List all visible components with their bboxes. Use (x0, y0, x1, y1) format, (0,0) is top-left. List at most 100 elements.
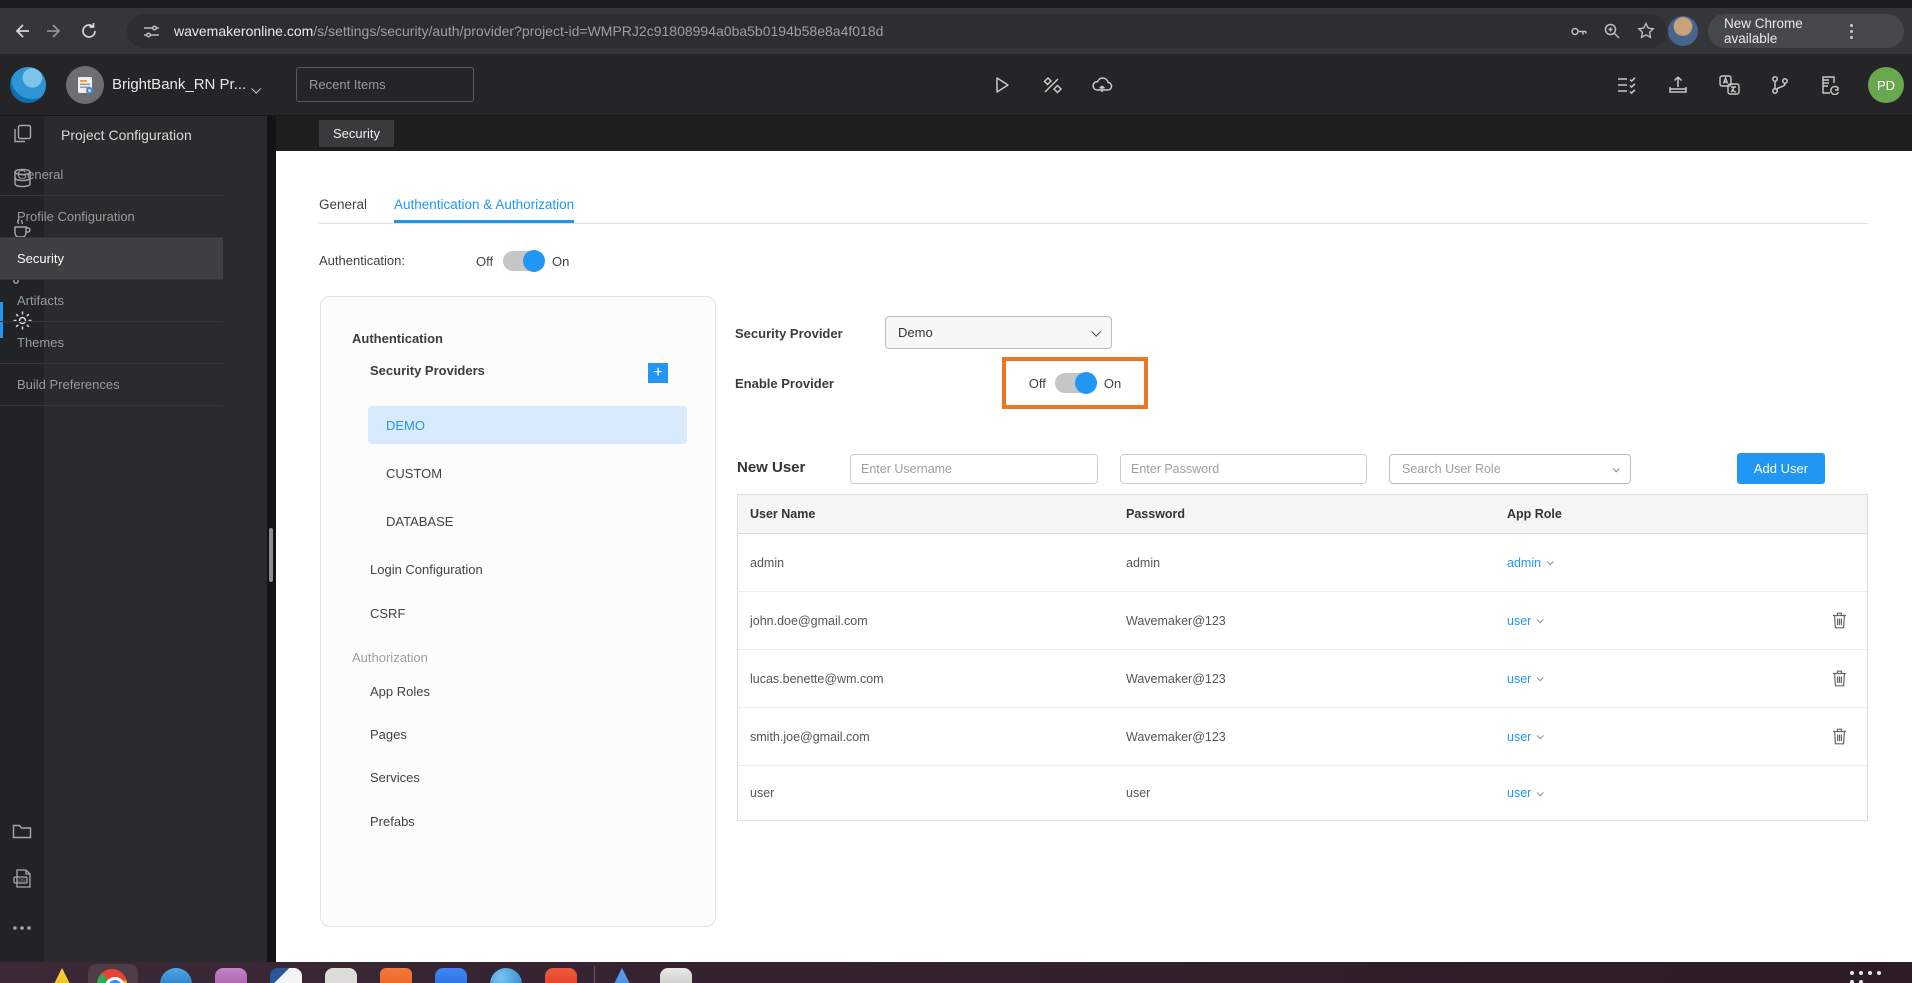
pages-nav-button[interactable] (0, 115, 44, 151)
delete-user-button[interactable] (1819, 612, 1859, 629)
user-avatar[interactable]: PD (1868, 67, 1904, 103)
recent-items-label: Recent Items (309, 77, 386, 92)
task-list-button[interactable] (1607, 65, 1647, 105)
auth-toggle-on-label: On (552, 254, 570, 269)
sidebar-header: Project Configuration (61, 127, 192, 143)
tab-authentication-authorization[interactable]: Authentication & Authorization (394, 197, 574, 212)
file-refresh-icon (1822, 76, 1840, 95)
delete-user-button[interactable] (1819, 670, 1859, 687)
url-text: wavemakeronline.com/s/settings/security/… (174, 23, 884, 39)
red-app-dock-icon[interactable] (545, 968, 577, 983)
url-bar[interactable]: wavemakeronline.com/s/settings/security/… (127, 14, 1667, 48)
browser-back-button[interactable] (4, 14, 38, 48)
delete-user-button[interactable] (1819, 728, 1859, 745)
users-table-header: User Name Password App Role (738, 495, 1867, 534)
provider-item-demo[interactable]: DEMO (368, 406, 687, 444)
cell-password: Wavemaker@123 (1126, 671, 1226, 686)
file-explorer-button[interactable] (0, 812, 44, 848)
logs-button[interactable]: LOG (0, 860, 44, 896)
browser-profile-avatar[interactable] (1668, 16, 1698, 46)
col-password: Password (1126, 507, 1186, 521)
ellipsis-icon (13, 926, 31, 930)
ws-file-dock-icon[interactable] (435, 968, 467, 983)
username-input[interactable] (850, 454, 1098, 484)
folder-icon (12, 824, 32, 838)
recent-items-dropdown[interactable]: Recent Items (296, 67, 474, 102)
enable-provider-label: Enable Provider (735, 376, 834, 391)
browser-forward-button[interactable] (38, 14, 72, 48)
role-dropdown[interactable]: admin (1507, 556, 1541, 570)
app-store-bag-dock-icon[interactable] (380, 968, 412, 983)
show-apps-grid-icon[interactable] (1850, 971, 1884, 983)
sidebar-item-build-preferences[interactable]: Build Preferences (0, 364, 223, 406)
tab-general[interactable]: General (319, 197, 367, 212)
export-button[interactable] (1658, 65, 1698, 105)
project-name[interactable]: BrightBank_RN Pr... (112, 76, 246, 93)
browser-reload-button[interactable] (72, 14, 106, 48)
file-sync-button[interactable] (1810, 65, 1850, 105)
security-provider-select[interactable]: Demo (885, 316, 1112, 349)
project-switcher-chevron-icon[interactable] (251, 80, 262, 98)
browser-menu-icon[interactable] (1809, 23, 1894, 39)
nav-app-roles[interactable]: App Roles (370, 684, 430, 699)
enable-provider-toggle[interactable] (1054, 372, 1097, 394)
files-folder-dock-icon[interactable] (215, 968, 247, 983)
cell-password: admin (1126, 555, 1161, 570)
table-row: john.doe@gmail.com Wavemaker@123 user (738, 592, 1867, 650)
chrome-update-chip[interactable]: New Chrome available (1708, 14, 1904, 48)
version-control-button[interactable] (1760, 65, 1800, 105)
build-tools-button[interactable] (1031, 65, 1071, 105)
role-dropdown[interactable]: user (1507, 614, 1531, 628)
writer-doc-dock-icon[interactable] (270, 968, 302, 983)
cell-username: user (750, 786, 775, 800)
new-user-label: New User (737, 459, 806, 476)
nav-services[interactable]: Services (370, 770, 420, 785)
sidebar-item-themes[interactable]: Themes (0, 322, 223, 364)
security-providers-label[interactable]: Security Providers (370, 363, 485, 378)
run-button[interactable] (981, 65, 1021, 105)
keyboard-dock-icon[interactable] (660, 968, 692, 983)
sidebar-item-profile-configuration[interactable]: Profile Configuration (0, 196, 223, 238)
nav-prefabs[interactable]: Prefabs (370, 814, 415, 829)
chevron-down-icon (1536, 788, 1545, 796)
enable-toggle-off-label: Off (1028, 375, 1046, 391)
sidebar-scrollbar[interactable] (269, 528, 273, 582)
breadcrumb[interactable]: Security (319, 120, 394, 147)
deploy-button[interactable] (1082, 65, 1122, 105)
nav-login-configuration[interactable]: Login Configuration (370, 562, 483, 577)
project-avatar[interactable] (66, 66, 104, 104)
chevron-down-icon (1612, 464, 1620, 472)
password-key-icon[interactable] (1561, 14, 1595, 48)
localization-button[interactable] (1709, 65, 1749, 105)
role-dropdown[interactable]: user (1507, 730, 1531, 744)
role-dropdown[interactable]: user (1507, 786, 1531, 800)
provider-item-custom[interactable]: CUSTOM (386, 466, 442, 481)
sidebar-item-artifacts[interactable]: Artifacts (0, 280, 223, 322)
sidebar-item-security[interactable]: Security (0, 238, 223, 280)
site-settings-icon[interactable] (143, 23, 160, 40)
cell-password: user (1126, 786, 1151, 800)
add-provider-button[interactable]: + (648, 363, 668, 383)
screenshot-tool-dock-icon[interactable] (325, 968, 357, 983)
user-role-select[interactable]: Search User Role (1389, 454, 1631, 484)
checklist-icon (1618, 77, 1636, 94)
enable-toggle-on-label: On (1103, 375, 1122, 391)
nav-pages[interactable]: Pages (370, 727, 407, 742)
zoom-icon[interactable] (1595, 14, 1629, 48)
password-input[interactable] (1120, 454, 1367, 484)
role-dropdown[interactable]: user (1507, 672, 1531, 686)
cell-password: Wavemaker@123 (1126, 613, 1226, 628)
browser-toolbar: wavemakeronline.com/s/settings/security/… (0, 8, 1912, 54)
wavemaker-logo-icon[interactable] (10, 67, 46, 103)
more-options-button[interactable] (0, 910, 44, 946)
authorization-section-header: Authorization (352, 650, 428, 665)
sidebar-item-general[interactable]: General (0, 154, 223, 196)
trash-icon (1832, 612, 1846, 629)
provider-item-database[interactable]: DATABASE (386, 514, 453, 529)
add-user-button[interactable]: Add User (1737, 453, 1825, 484)
authentication-toggle[interactable] (503, 250, 545, 272)
nav-csrf[interactable]: CSRF (370, 606, 405, 621)
bookmark-star-icon[interactable] (1629, 14, 1663, 48)
user-role-placeholder: Search User Role (1402, 462, 1501, 476)
col-user-name: User Name (750, 507, 816, 521)
